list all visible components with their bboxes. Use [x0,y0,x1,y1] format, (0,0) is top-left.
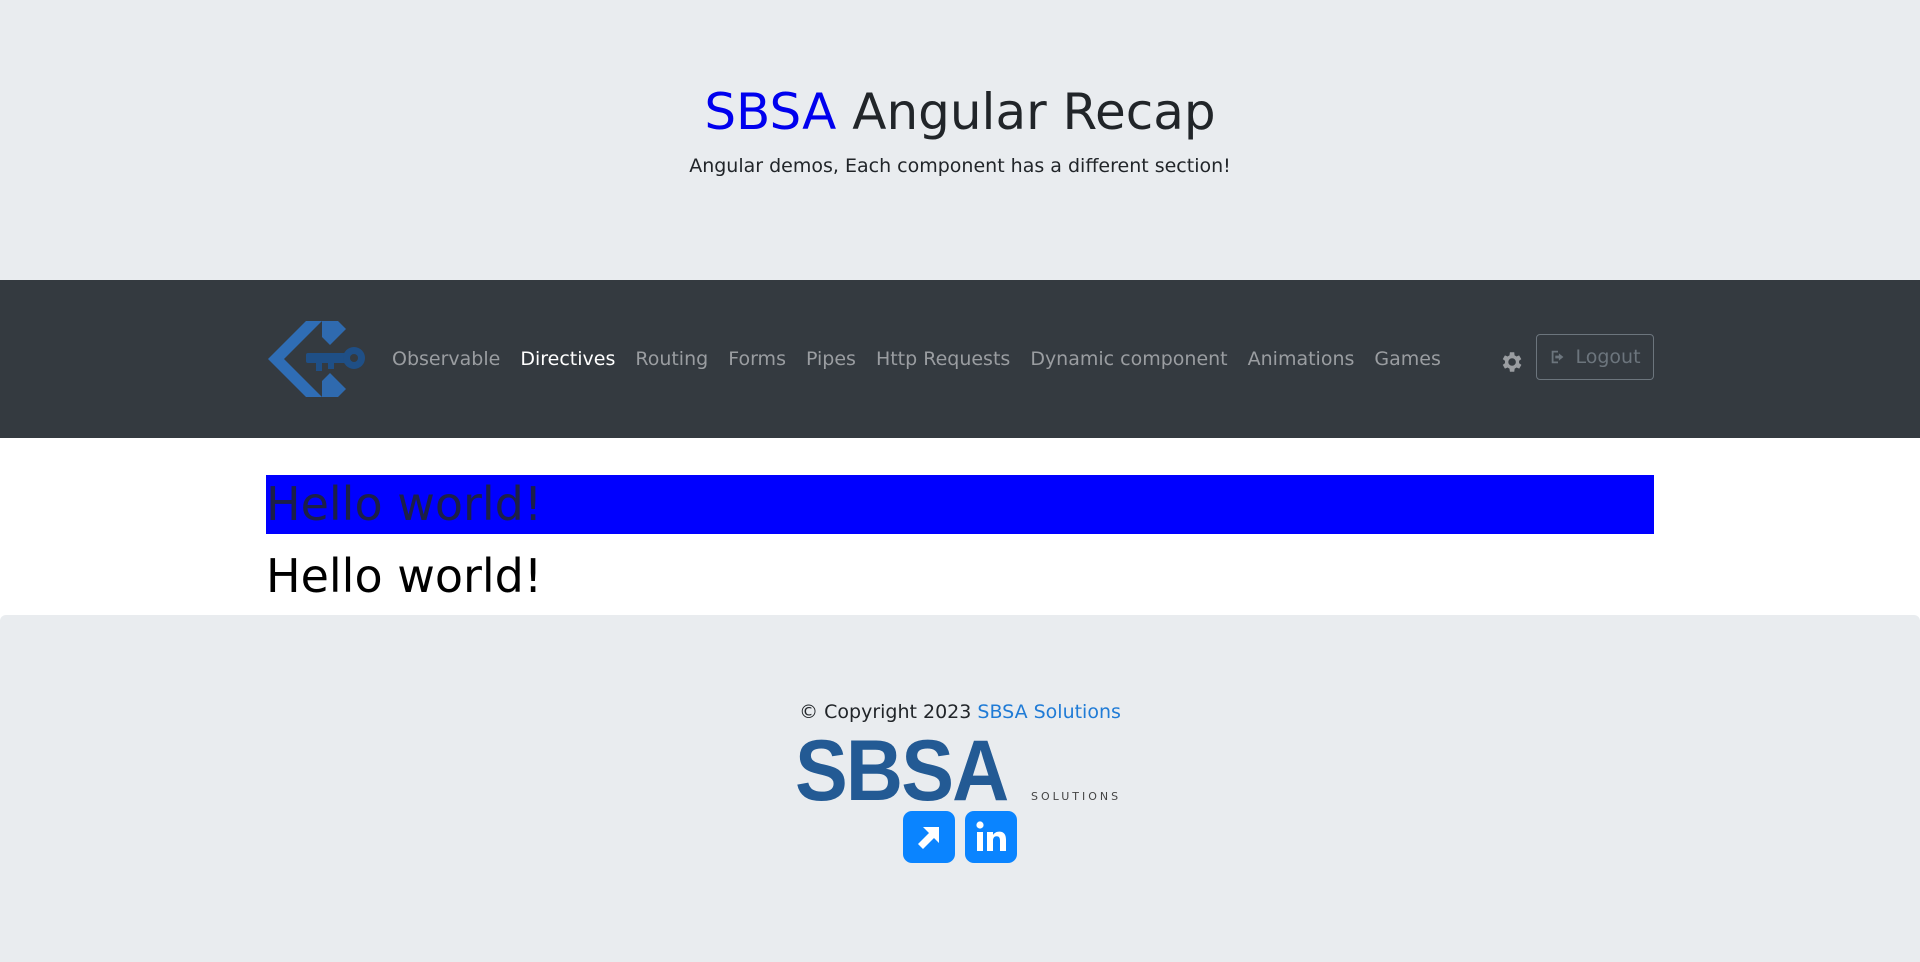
copyright-text: © Copyright 2023 [799,701,978,723]
sbsa-logo: SBSA SOLUTIONS [795,728,1125,814]
navbar-container: Observable Directives Routing Forms Pipe… [266,280,1654,438]
main-content: Hello world! Hello world! [0,438,1920,615]
page-subtitle: Angular demos, Each component has a diff… [689,155,1231,177]
copyright: © Copyright 2023 SBSA Solutions [799,700,1121,724]
nav-link-http-requests[interactable]: Http Requests [866,347,1020,371]
nav-link-forms[interactable]: Forms [718,347,796,371]
company-link[interactable]: SBSA Solutions [977,701,1121,723]
nav-link-observable[interactable]: Observable [382,347,510,371]
logout-label: Logout [1575,346,1641,368]
nav-link-pipes[interactable]: Pipes [796,347,866,371]
plain-heading: Hello world! [266,549,543,603]
sbsa-logo-main: SBSA [795,723,1009,819]
logout-button[interactable]: Logout [1536,334,1654,380]
page-title-rest: Angular Recap [836,83,1216,141]
gear-icon[interactable] [1498,349,1524,375]
page-title-brand: SBSA [704,83,837,141]
sign-out-icon [1552,350,1564,364]
highlighted-heading-box: Hello world! [266,475,1654,534]
nav-link-animations[interactable]: Animations [1238,347,1365,371]
nav-link-games[interactable]: Games [1364,347,1450,371]
navbar-right: Logout [1498,334,1654,380]
main-navbar: Observable Directives Routing Forms Pipe… [0,280,1920,438]
nav-link-dynamic-component[interactable]: Dynamic component [1020,347,1237,371]
highlighted-heading: Hello world! [266,477,543,531]
key-diamond-logo[interactable] [266,319,378,399]
sbsa-logo-sub: SOLUTIONS [1031,790,1122,803]
nav-links: Observable Directives Routing Forms Pipe… [382,347,1451,371]
page-title: SBSA Angular Recap [704,82,1215,142]
nav-link-directives[interactable]: Directives [510,347,625,371]
jumbotron-header: SBSA Angular Recap Angular demos, Each c… [0,0,1920,280]
page-footer: © Copyright 2023 SBSA Solutions SBSA SOL… [0,615,1920,962]
nav-link-routing[interactable]: Routing [625,347,718,371]
